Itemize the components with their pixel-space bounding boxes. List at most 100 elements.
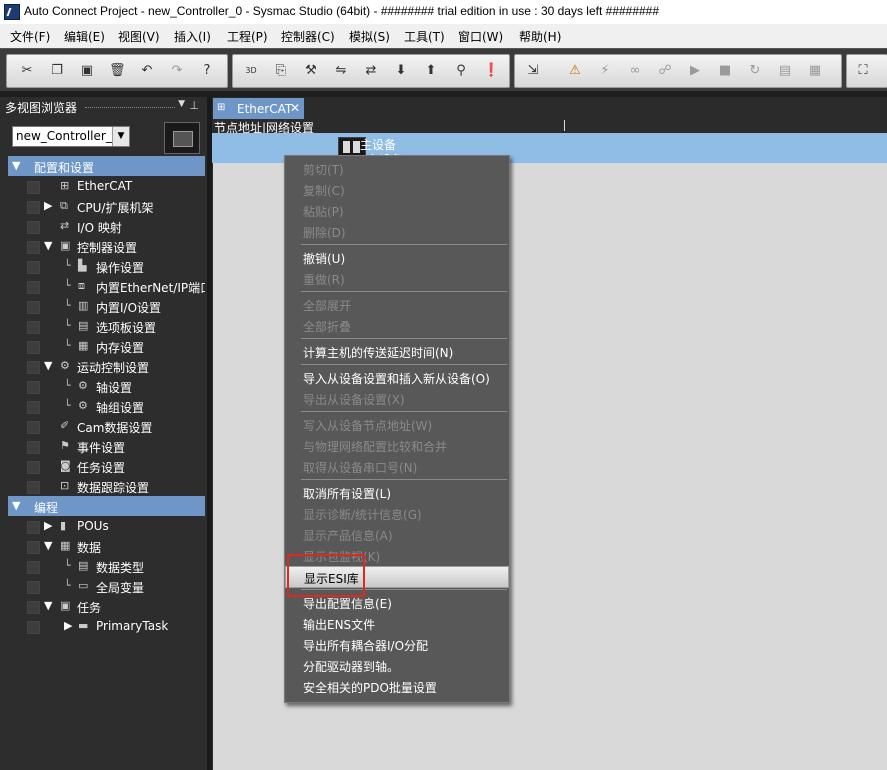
online-icon[interactable]: ⚡ <box>597 63 613 79</box>
column-divider[interactable] <box>564 120 565 131</box>
expand-toggle-icon[interactable]: ▶ <box>64 619 72 632</box>
undo-icon[interactable]: ↶ <box>139 63 155 79</box>
menu-simulation[interactable]: 模拟(S) <box>349 28 390 45</box>
tab-ethercat[interactable]: ⊞ EtherCAT ✕ <box>213 98 304 119</box>
tree-item-pous[interactable]: ▶ ▮ POUs <box>8 516 205 536</box>
tree-checkbox[interactable] <box>27 441 40 454</box>
tree-checkbox[interactable] <box>27 341 40 354</box>
tree-item-operation-settings[interactable]: └ ▙ 操作设置 <box>8 256 205 276</box>
menu-project[interactable]: 工程(P) <box>227 28 268 45</box>
tree-item-cpu-rack[interactable]: ▶ ⧉ CPU/扩展机架 <box>8 196 205 216</box>
context-menu-item[interactable]: 复制(C) <box>285 179 509 199</box>
warning-icon[interactable]: ⚠ <box>567 63 583 79</box>
paste-icon[interactable]: ▣ <box>79 63 95 79</box>
tree-item-data-trace[interactable]: ⊡ 数据跟踪设置 <box>8 476 205 496</box>
tree-checkbox[interactable] <box>27 421 40 434</box>
context-menu-item[interactable]: 输出ENS文件 <box>285 613 509 633</box>
expand-toggle-icon[interactable]: ▶ <box>44 519 52 532</box>
tree-checkbox[interactable] <box>27 521 40 534</box>
menu-window[interactable]: 窗口(W) <box>458 28 503 45</box>
context-menu-item[interactable]: 粘贴(P) <box>285 200 509 220</box>
tree-item-data[interactable]: ▼ ▦ 数据 <box>8 536 205 556</box>
tree-checkbox[interactable] <box>27 461 40 474</box>
context-menu-item[interactable]: 撤销(U) <box>285 247 509 267</box>
tree-checkbox[interactable] <box>27 221 40 234</box>
menu-tools[interactable]: 工具(T) <box>404 28 445 45</box>
explorer-menu-icon[interactable]: ▼ <box>178 99 185 109</box>
tree-checkbox[interactable] <box>27 541 40 554</box>
monitor-icon[interactable]: ▤ <box>777 63 793 79</box>
menu-edit[interactable]: 编辑(E) <box>64 28 105 45</box>
tree-item-controller-settings[interactable]: ▼ ▣ 控制器设置 <box>8 236 205 256</box>
build-icon[interactable]: ⎘ <box>273 63 289 79</box>
tree-checkbox[interactable] <box>27 621 40 634</box>
multi-view-icon[interactable]: ▦ <box>807 63 823 79</box>
compare-icon[interactable]: ⇋ <box>333 63 349 79</box>
context-menu-item[interactable]: 删除(D) <box>285 221 509 241</box>
tree-item-event-settings[interactable]: ⚑ 事件设置 <box>8 436 205 456</box>
frame-icon[interactable]: ⛶ <box>855 63 871 79</box>
menu-help[interactable]: 帮助(H) <box>519 28 561 45</box>
close-icon[interactable]: ✕ <box>290 101 300 115</box>
context-menu-item[interactable]: 与物理网络配置比较和合并 <box>285 435 509 455</box>
download-icon[interactable]: ⬇ <box>393 63 409 79</box>
sync2-icon[interactable]: ☍ <box>657 63 673 79</box>
menu-file[interactable]: 文件(F) <box>10 28 50 45</box>
tree-checkbox[interactable] <box>27 561 40 574</box>
tree-checkbox[interactable] <box>27 581 40 594</box>
tree-item-ethernet-ip-port[interactable]: └ ⧈ 内置EtherNet/IP端口 <box>8 276 205 296</box>
context-menu-item[interactable]: 剪切(T) <box>285 158 509 178</box>
context-menu-item[interactable]: 全部折叠 <box>285 315 509 335</box>
help-icon[interactable]: ? <box>199 63 215 79</box>
tree-item-task-settings[interactable]: ◙ 任务设置 <box>8 456 205 476</box>
expand-toggle-icon[interactable]: ▼ <box>12 499 20 512</box>
3d-icon[interactable]: 3D <box>243 63 259 79</box>
expand-toggle-icon[interactable]: ▼ <box>44 599 52 612</box>
tree-item-primary-task[interactable]: ▶ ▬ PrimaryTask <box>8 616 205 636</box>
cut-icon[interactable]: ✂ <box>19 63 35 79</box>
tree-checkbox[interactable] <box>27 301 40 314</box>
tree-checkbox[interactable] <box>27 241 40 254</box>
expand-toggle-icon[interactable]: ▼ <box>44 359 52 372</box>
hammer-icon[interactable]: ⚒ <box>303 63 319 79</box>
transfer-icon[interactable]: ⇄ <box>363 63 379 79</box>
tree-checkbox[interactable] <box>27 201 40 214</box>
context-menu-item[interactable]: 全部展开 <box>285 294 509 314</box>
tree-checkbox[interactable] <box>27 601 40 614</box>
tree-section-config[interactable]: ▼ 配置和设置 <box>8 156 205 176</box>
context-menu-item[interactable]: 写入从设备节点地址(W) <box>285 414 509 434</box>
context-menu-item[interactable]: 导出所有耦合器I/O分配 <box>285 634 509 654</box>
context-menu-item[interactable]: 显示诊断/统计信息(G) <box>285 503 509 523</box>
tree-checkbox[interactable] <box>27 261 40 274</box>
context-menu-item[interactable]: 显示产品信息(A) <box>285 524 509 544</box>
expand-toggle-icon[interactable]: ▼ <box>12 159 20 172</box>
tree-item-motion-control[interactable]: ▼ ⚙ 运动控制设置 <box>8 356 205 376</box>
tree-checkbox[interactable] <box>27 381 40 394</box>
menu-view[interactable]: 视图(V) <box>118 28 160 45</box>
context-menu-item[interactable]: 计算主机的传送延迟时间(N) <box>285 341 509 361</box>
search-icon[interactable]: ⚲ <box>453 63 469 79</box>
tree-section-programming[interactable]: ▼ 编程 <box>8 496 205 516</box>
tree-item-axis-group[interactable]: └ ⚙ 轴组设置 <box>8 396 205 416</box>
expand-toggle-icon[interactable]: ▼ <box>44 239 52 252</box>
context-menu-item[interactable]: 取消所有设置(L) <box>285 482 509 502</box>
tree-item-ethercat[interactable]: ⊞ EtherCAT <box>8 176 205 196</box>
error-icon[interactable]: ❗ <box>483 63 499 79</box>
expand-toggle-icon[interactable]: ▼ <box>44 539 52 552</box>
tree-item-io-map[interactable]: ⇄ I/O 映射 <box>8 216 205 236</box>
sync-icon[interactable]: ∞ <box>627 63 643 79</box>
upload-icon[interactable]: ⬆ <box>423 63 439 79</box>
copy-icon[interactable]: ❐ <box>49 63 65 79</box>
run-icon[interactable]: ▶ <box>687 63 703 79</box>
chevron-down-icon[interactable]: ▼ <box>112 127 129 146</box>
tree-item-option-board[interactable]: └ ▤ 选项板设置 <box>8 316 205 336</box>
pin-icon[interactable]: ⊥ <box>189 99 199 112</box>
task-icon[interactable]: ⇲ <box>525 63 541 79</box>
tree-item-memory[interactable]: └ ▦ 内存设置 <box>8 336 205 356</box>
tree-item-global-variables[interactable]: └ ▭ 全局变量 <box>8 576 205 596</box>
delete-icon[interactable]: 🗑 <box>109 63 126 79</box>
menu-controller[interactable]: 控制器(C) <box>281 28 335 45</box>
refresh-icon[interactable]: ↻ <box>747 63 763 79</box>
context-menu-item[interactable]: 分配驱动器到轴。 <box>285 655 509 675</box>
tree-checkbox[interactable] <box>27 281 40 294</box>
